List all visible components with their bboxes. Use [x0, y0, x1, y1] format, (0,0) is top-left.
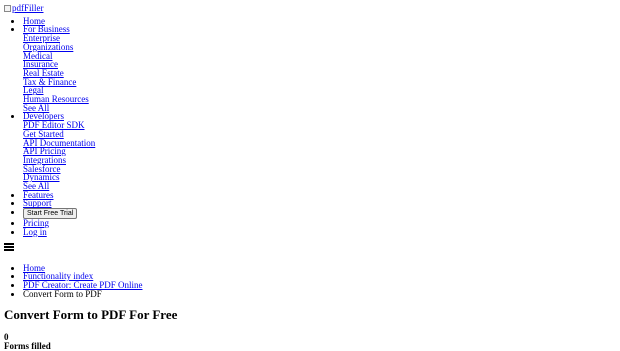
nav-link-support[interactable]: Support: [23, 198, 52, 208]
nav-item-start-trial: Start Free Trial: [23, 208, 620, 220]
nav-item-for-business: For Business Enterprise Organizations Me…: [23, 25, 620, 112]
nav-link-login[interactable]: Log in: [23, 227, 47, 237]
logo[interactable]: pdfFiller: [4, 4, 44, 13]
forms-filled-counter: 0: [4, 332, 9, 343]
logo-link[interactable]: pdfFiller: [12, 4, 44, 13]
hamburger-menu-icon[interactable]: [4, 242, 14, 251]
nav-item-features: Features: [23, 190, 620, 200]
page-title: Convert Form to PDF For Free: [4, 307, 178, 323]
main-nav: Home For Business Enterprise Organizatio…: [4, 16, 620, 237]
for-business-submenu: Enterprise Organizations Medical Insuran…: [23, 34, 620, 113]
nav-item-login: Log in: [23, 227, 620, 237]
developers-submenu: PDF Editor SDK Get Started API Documenta…: [23, 121, 620, 191]
broken-image-icon: [4, 5, 11, 12]
breadcrumb-current: Convert Form to PDF: [23, 288, 102, 299]
breadcrumb: Home Functionality index PDF Creator: Cr…: [4, 263, 620, 299]
nav-item-developers: Developers PDF Editor SDK Get Started AP…: [23, 112, 620, 191]
forms-filled-label: Forms filled: [4, 341, 51, 351]
nav-item-pricing: Pricing: [23, 219, 620, 228]
nav-item-home: Home: [23, 16, 620, 26]
nav-item-support: Support: [23, 199, 620, 208]
